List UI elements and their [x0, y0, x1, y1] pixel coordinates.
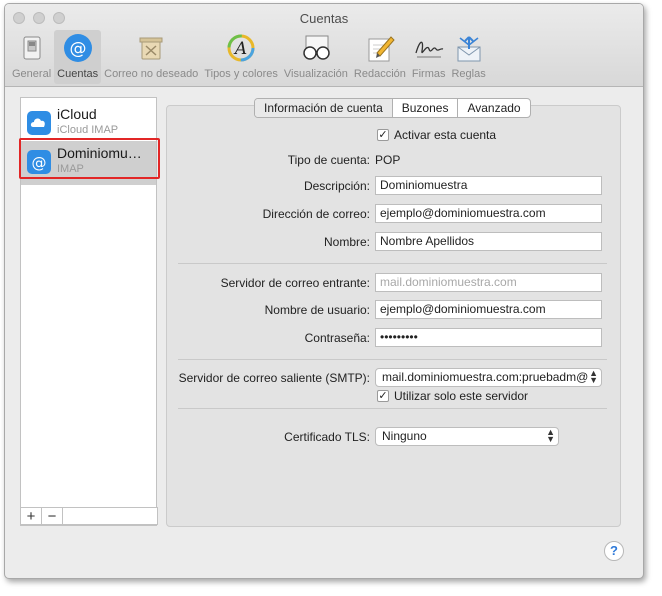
toolbar-signatures[interactable]: Firmas	[409, 30, 449, 84]
svg-text:A: A	[233, 39, 247, 59]
tls-certificate-value: Ninguno	[382, 429, 427, 443]
svg-text:@: @	[69, 39, 86, 59]
tab-mailboxes[interactable]: Buzones	[391, 99, 458, 117]
toolbar-junk-mail[interactable]: Correo no deseado	[101, 30, 201, 84]
toolbar-fonts-label: Tipos y colores	[204, 68, 278, 80]
account-name: iCloud	[57, 106, 97, 122]
toolbar-composing-label: Redacción	[353, 68, 406, 80]
remove-account-button[interactable]: −	[41, 507, 63, 525]
divider	[178, 408, 607, 409]
toolbar-viewing-label: Visualización	[283, 68, 348, 80]
password-label: Contraseña:	[304, 331, 370, 345]
enable-account-checkbox[interactable]: ✓	[377, 129, 389, 141]
enable-account-label: Activar esta cuenta	[394, 128, 497, 142]
sidebar-footer-spacer	[62, 507, 158, 525]
email-label: Dirección de correo:	[262, 207, 370, 221]
toolbar-accounts-label: Cuentas	[57, 68, 99, 80]
selection-highlight-box	[19, 138, 160, 179]
help-button[interactable]: ?	[604, 541, 624, 561]
toolbar-composing[interactable]: Redacción	[351, 30, 409, 84]
email-field[interactable]: ejemplo@dominiomuestra.com	[375, 204, 602, 223]
glasses-icon	[300, 32, 332, 64]
cloud-icon	[27, 111, 51, 135]
account-type-value: POP	[375, 153, 401, 167]
only-this-server-label: Utilizar solo este servidor	[394, 389, 529, 403]
username-field[interactable]: ejemplo@dominiomuestra.com	[375, 300, 602, 319]
toolbar-accounts[interactable]: @ Cuentas	[54, 30, 102, 84]
name-label: Nombre:	[323, 235, 370, 249]
tab-bar: Información de cuenta Buzones Avanzado	[254, 98, 531, 118]
password-field[interactable]: •••••••••	[375, 328, 602, 347]
toolbar-rules[interactable]: Reglas	[448, 30, 488, 84]
toolbar-junk-label: Correo no deseado	[104, 68, 199, 80]
account-type-label: Tipo de cuenta:	[287, 153, 370, 167]
tls-certificate-popup[interactable]: Ninguno ▲ ▼	[375, 427, 559, 446]
divider	[178, 263, 607, 264]
window-title: Cuentas	[299, 11, 349, 26]
accounts-sidebar: iCloud iCloud IMAP @ Dominiomu… IMAP	[19, 97, 160, 526]
trash-bin-icon	[135, 32, 167, 64]
description-label: Descripción:	[303, 179, 370, 193]
account-type: iCloud IMAP	[57, 124, 119, 136]
preferences-toolbar: General @ Cuentas Correo no deseado A Ti…	[9, 30, 489, 84]
updown-chevron-icon: ▲ ▼	[546, 427, 555, 444]
toolbar-signatures-label: Firmas	[411, 68, 446, 80]
toolbar-rules-label: Reglas	[451, 68, 486, 80]
tab-advanced[interactable]: Avanzado	[457, 99, 529, 117]
sidebar-footer: + −	[20, 507, 158, 527]
account-item-dominiomuestra[interactable]: @ Dominiomu… IMAP	[19, 138, 160, 185]
updown-chevron-icon: ▲ ▼	[589, 368, 598, 385]
outgoing-server-label: Servidor de correo saliente (SMTP):	[178, 371, 370, 385]
incoming-server-label: Servidor de correo entrante:	[220, 276, 370, 290]
add-account-button[interactable]: +	[20, 507, 42, 525]
general-switch-icon	[16, 32, 48, 64]
incoming-server-field[interactable]: mail.dominiomuestra.com	[375, 273, 602, 292]
description-field[interactable]: Dominiomuestra	[375, 176, 602, 195]
outgoing-server-popup[interactable]: mail.dominiomuestra.com:pruebadm@ ▲ ▼	[375, 368, 602, 387]
toolbar-general[interactable]: General	[9, 30, 54, 84]
only-this-server-checkbox[interactable]: ✓	[377, 390, 389, 402]
username-label: Nombre de usuario:	[264, 303, 370, 317]
pencil-paper-icon	[364, 32, 396, 64]
font-colors-icon: A	[225, 32, 257, 64]
toolbar-general-label: General	[12, 68, 52, 80]
name-field[interactable]: Nombre Apellidos	[375, 232, 602, 251]
toolbar-viewing[interactable]: Visualización	[281, 30, 351, 84]
envelope-arrows-icon	[453, 32, 485, 64]
divider	[178, 359, 607, 360]
tls-certificate-label: Certificado TLS:	[284, 430, 370, 444]
at-sign-icon: @	[62, 32, 94, 64]
toolbar-fonts-colors[interactable]: A Tipos y colores	[201, 30, 281, 84]
tab-account-info[interactable]: Información de cuenta	[255, 99, 392, 117]
signature-icon	[413, 32, 445, 64]
titlebar: Cuentas General @ Cuentas Correo no dese…	[5, 4, 643, 87]
outgoing-server-value: mail.dominiomuestra.com:pruebadm@	[382, 370, 589, 384]
